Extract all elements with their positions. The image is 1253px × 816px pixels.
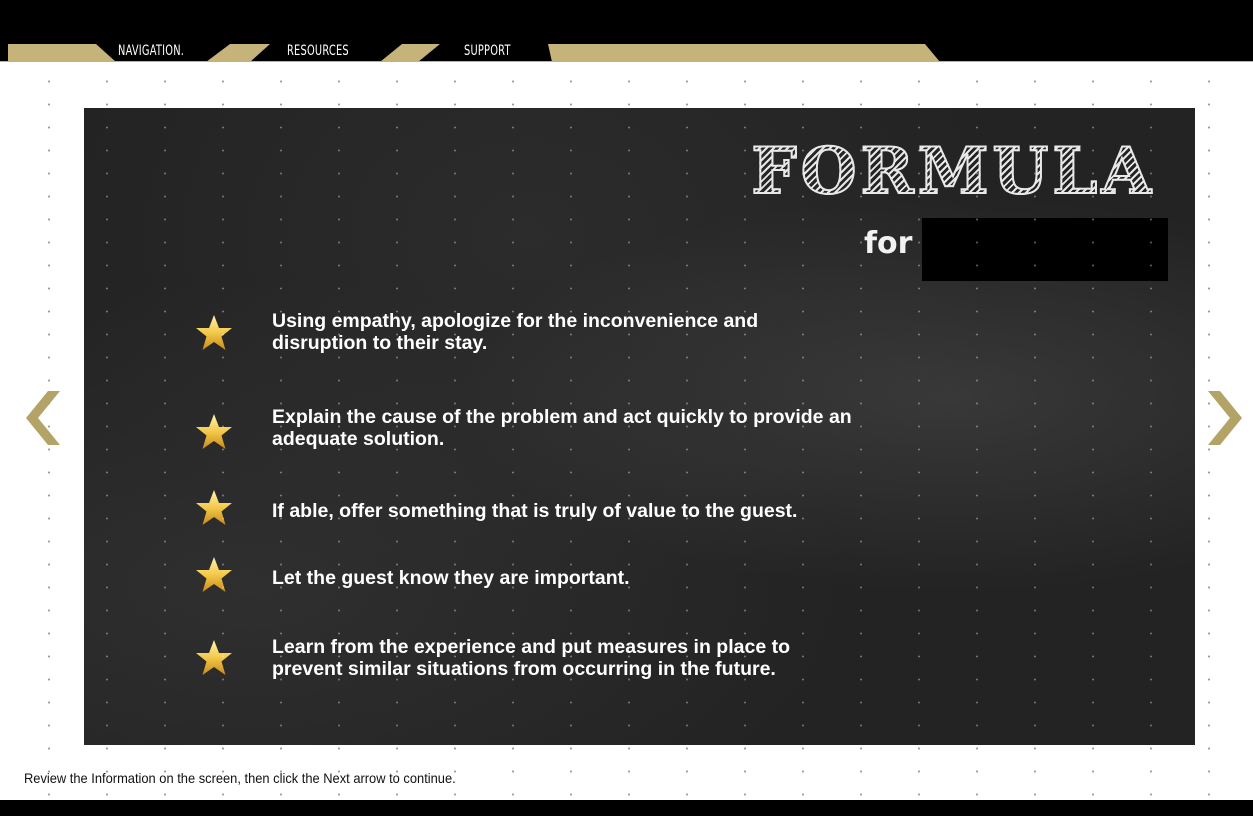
redacted-area [922, 218, 1168, 281]
bottom-bar [0, 800, 1253, 816]
chalkboard-slide: FORMULA for Using empathy, apologize for… [84, 108, 1195, 745]
tab-support[interactable]: SUPPORT [464, 40, 511, 62]
left-edge [0, 62, 8, 800]
chevron-right-icon[interactable] [1208, 391, 1244, 445]
tab-resources[interactable]: RESOURCES [287, 40, 349, 62]
tab-strip: NAVIGATION. RESOURCES SUPPORT [0, 40, 1253, 62]
bullet-text: Learn from the experience and put measur… [272, 636, 790, 680]
bullet-text: Using empathy, apologize for the inconve… [272, 310, 759, 354]
bullet-text: If able, offer something that is truly o… [272, 500, 798, 522]
top-bar: NAVIGATION. RESOURCES SUPPORT [0, 0, 1253, 62]
star-icon [196, 414, 232, 449]
bullet-text: Let the guest know they are important. [272, 567, 630, 589]
instructions-text: Review the Information on the screen, th… [24, 770, 456, 786]
star-icon [196, 315, 232, 350]
star-icon [196, 640, 232, 675]
tab-navigation[interactable]: NAVIGATION. [118, 40, 184, 62]
slide-title: FORMULA [750, 133, 1155, 210]
tab-strip-shapes [0, 44, 1253, 62]
chevron-left-icon[interactable] [24, 391, 60, 445]
star-icon [196, 490, 232, 525]
bullet-text: Explain the cause of the problem and act… [272, 406, 852, 450]
slide-subtitle-prefix: for [864, 226, 913, 261]
star-icon [196, 557, 232, 592]
